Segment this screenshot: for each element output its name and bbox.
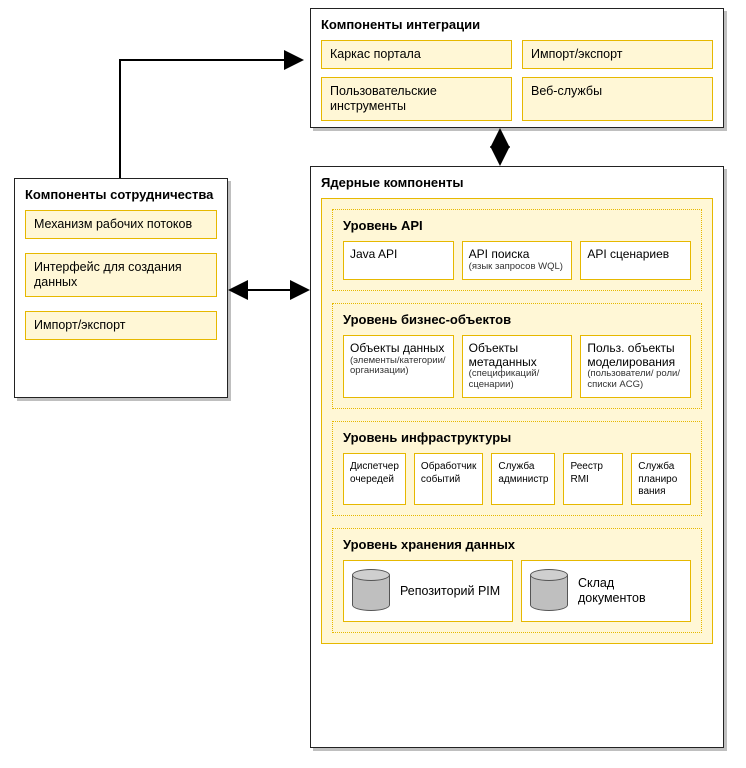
business-item-main: Объекты метаданных [469, 341, 537, 369]
infra-item-main: Служба администр [498, 461, 548, 485]
business-item-main: Объекты данных [350, 341, 444, 355]
infra-item: Служба администр [491, 453, 555, 505]
infra-item-main: Реестр RMI [570, 461, 603, 485]
integration-panel: Компоненты интеграции Каркас портала Имп… [310, 8, 724, 128]
collaboration-item: Интерфейс для создания данных [25, 253, 217, 297]
business-item-small: (спецификаций/ сценарии) [469, 369, 566, 391]
business-item-main: Польз. объекты моделирования [587, 341, 675, 369]
infra-item: Диспетчер очередей [343, 453, 406, 505]
collaboration-item: Импорт/экспорт [25, 311, 217, 340]
integration-title: Компоненты интеграции [321, 17, 713, 32]
integration-item: Каркас портала [321, 40, 512, 69]
business-item: Польз. объекты моделирования (пользовате… [580, 335, 691, 398]
api-item-main: API сценариев [587, 247, 669, 261]
api-item: API сценариев [580, 241, 691, 280]
storage-item: Репозиторий PIM [343, 560, 513, 622]
collaboration-item: Механизм рабочих потоков [25, 210, 217, 239]
api-item: API поиска (язык запросов WQL) [462, 241, 573, 280]
infra-item-main: Диспетчер очередей [350, 461, 399, 485]
storage-item: Склад документов [521, 560, 691, 622]
infra-item-main: Служба планиро вания [638, 461, 677, 497]
tier-storage: Уровень хранения данных Репозиторий PIM … [332, 528, 702, 633]
api-item-main: Java API [350, 247, 397, 261]
tier-infra-title: Уровень инфраструктуры [343, 430, 691, 445]
database-icon [352, 569, 390, 613]
api-item-main: API поиска [469, 247, 530, 261]
business-item: Объекты данных (элементы/категории/ орга… [343, 335, 454, 398]
storage-item-label: Склад документов [578, 576, 682, 606]
integration-item: Импорт/экспорт [522, 40, 713, 69]
business-item: Объекты метаданных (спецификаций/ сценар… [462, 335, 573, 398]
infra-item: Обработчик событий [414, 453, 483, 505]
core-panel: Ядерные компоненты Уровень API Java API … [310, 166, 724, 748]
business-item-small: (пользователи/ роли/списки ACG) [587, 369, 684, 391]
integration-item: Пользовательские инструменты [321, 77, 512, 121]
database-icon [530, 569, 568, 613]
core-title: Ядерные компоненты [321, 175, 713, 190]
tier-api: Уровень API Java API API поиска (язык за… [332, 209, 702, 291]
tier-storage-title: Уровень хранения данных [343, 537, 691, 552]
tier-business: Уровень бизнес-объектов Объекты данных (… [332, 303, 702, 409]
collaboration-panel: Компоненты сотрудничества Механизм рабоч… [14, 178, 228, 398]
infra-item-main: Обработчик событий [421, 461, 476, 485]
tier-infra: Уровень инфраструктуры Диспетчер очереде… [332, 421, 702, 516]
infra-item: Реестр RMI [563, 453, 623, 505]
core-inner: Уровень API Java API API поиска (язык за… [321, 198, 713, 644]
business-item-small: (элементы/категории/ организации) [350, 356, 447, 378]
tier-business-title: Уровень бизнес-объектов [343, 312, 691, 327]
infra-item: Служба планиро вания [631, 453, 691, 505]
collaboration-title: Компоненты сотрудничества [25, 187, 217, 202]
storage-item-label: Репозиторий PIM [400, 584, 500, 599]
integration-item: Веб-службы [522, 77, 713, 121]
tier-api-title: Уровень API [343, 218, 691, 233]
api-item: Java API [343, 241, 454, 280]
api-item-small: (язык запросов WQL) [469, 262, 566, 273]
